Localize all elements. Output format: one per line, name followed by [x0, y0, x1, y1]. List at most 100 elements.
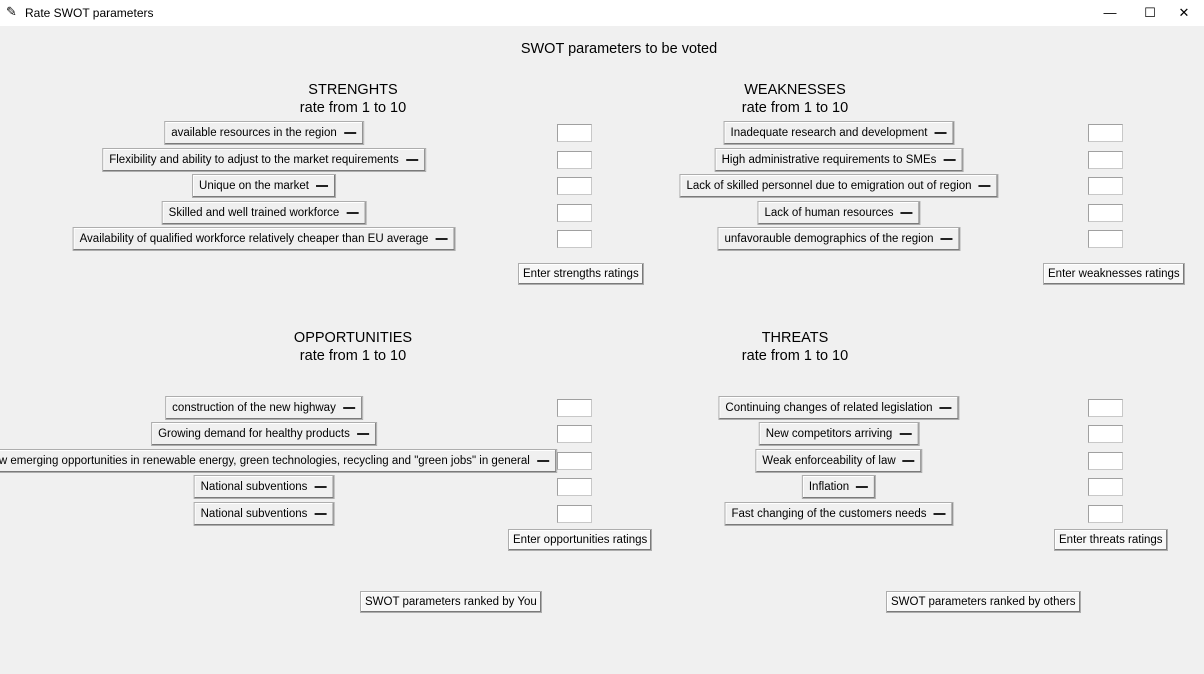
- option-label: Inflation: [808, 481, 850, 493]
- page-title: SWOT parameters to be voted: [520, 41, 718, 57]
- option-label: National subventions: [200, 508, 308, 520]
- option-label: National subventions: [200, 481, 308, 493]
- option-label: available resources in the region: [171, 127, 337, 139]
- dropdown-indicator-icon: [435, 238, 448, 240]
- dropdown-indicator-icon: [343, 132, 356, 134]
- opportunities-subtitle: rate from 1 to 10: [299, 348, 407, 364]
- threat-rating-input[interactable]: [1088, 478, 1123, 496]
- dropdown-indicator-icon: [314, 513, 327, 515]
- opportunity-option-menu[interactable]: construction of the new highway: [165, 396, 363, 420]
- feather-icon: ✎: [6, 4, 17, 19]
- threat-rating-input[interactable]: [1088, 399, 1123, 417]
- weakness-rating-input[interactable]: [1088, 204, 1123, 222]
- title-bar: ✎ Rate SWOT parameters — ☐ ✕: [0, 0, 1204, 26]
- opportunity-option-menu[interactable]: Growing demand for healthy products: [151, 422, 377, 446]
- strength-rating-input[interactable]: [557, 177, 592, 195]
- dropdown-indicator-icon: [536, 460, 549, 462]
- strength-option-menu[interactable]: Availability of qualified workforce rela…: [72, 227, 456, 251]
- ranked-by-you-button[interactable]: SWOT parameters ranked by You: [360, 591, 542, 613]
- strength-rating-input[interactable]: [557, 230, 592, 248]
- dropdown-indicator-icon: [314, 486, 327, 488]
- opportunity-rating-input[interactable]: [557, 399, 592, 417]
- option-label: Growing demand for healthy products: [158, 428, 350, 440]
- option-label: Fast changing of the customers needs: [731, 508, 927, 520]
- opportunity-option-menu[interactable]: National subventions: [193, 475, 335, 499]
- threat-option-menu[interactable]: Continuing changes of related legislatio…: [718, 396, 960, 420]
- threat-rating-input[interactable]: [1088, 425, 1123, 443]
- close-button[interactable]: ✕: [1164, 0, 1204, 26]
- opportunity-rating-input[interactable]: [557, 452, 592, 470]
- threats-header: THREATS rate from 1 to 10: [742, 329, 848, 365]
- threat-option-menu[interactable]: New competitors arriving: [758, 422, 920, 446]
- weakness-option-menu[interactable]: Lack of human resources: [757, 201, 921, 225]
- enter-threats-button[interactable]: Enter threats ratings: [1054, 529, 1168, 551]
- option-label: Flexibility and ability to adjust to the…: [109, 154, 399, 166]
- weakness-option-menu[interactable]: unfavorauble demographics of the region: [717, 227, 961, 251]
- dropdown-indicator-icon: [405, 159, 418, 161]
- opportunity-rating-input[interactable]: [557, 505, 592, 523]
- strength-option-menu[interactable]: available resources in the region: [164, 121, 364, 145]
- weaknesses-header: WEAKNESSES rate from 1 to 10: [742, 81, 848, 117]
- enter-strengths-button[interactable]: Enter strengths ratings: [518, 263, 644, 285]
- threat-rating-input[interactable]: [1088, 505, 1123, 523]
- dropdown-indicator-icon: [356, 433, 369, 435]
- option-label: New emerging opportunities in renewable …: [0, 455, 530, 467]
- option-label: New competitors arriving: [765, 428, 893, 440]
- weakness-option-menu[interactable]: Inadequate research and development: [723, 121, 955, 145]
- strengths-header: STRENGHTS rate from 1 to 10: [300, 81, 406, 117]
- minimize-button[interactable]: —: [1090, 0, 1130, 26]
- dropdown-indicator-icon: [933, 513, 946, 515]
- weaknesses-subtitle: rate from 1 to 10: [741, 100, 849, 116]
- option-label: Weak enforceability of law: [762, 455, 896, 467]
- dropdown-indicator-icon: [934, 132, 947, 134]
- dropdown-indicator-icon: [342, 407, 355, 409]
- opportunities-header: OPPORTUNITIES rate from 1 to 10: [294, 329, 412, 365]
- threats-subtitle: rate from 1 to 10: [741, 348, 849, 364]
- threat-option-menu[interactable]: Inflation: [801, 475, 877, 499]
- dropdown-indicator-icon: [939, 407, 952, 409]
- dropdown-indicator-icon: [899, 433, 912, 435]
- strengths-title: STRENGHTS: [308, 82, 398, 98]
- opportunity-rating-input[interactable]: [557, 478, 592, 496]
- strength-rating-input[interactable]: [557, 204, 592, 222]
- weakness-rating-input[interactable]: [1088, 230, 1123, 248]
- weakness-rating-input[interactable]: [1088, 151, 1123, 169]
- strength-option-menu[interactable]: Unique on the market: [192, 174, 336, 198]
- option-label: Lack of human resources: [764, 207, 894, 219]
- strength-option-menu[interactable]: Skilled and well trained workforce: [161, 201, 367, 225]
- weakness-option-menu[interactable]: High administrative requirements to SMEs: [714, 148, 964, 172]
- weakness-rating-input[interactable]: [1088, 177, 1123, 195]
- enter-opportunities-button[interactable]: Enter opportunities ratings: [508, 529, 653, 551]
- opportunity-option-menu[interactable]: National subventions: [193, 502, 335, 526]
- opportunity-rating-input[interactable]: [557, 425, 592, 443]
- dropdown-indicator-icon: [978, 185, 991, 187]
- threat-option-menu[interactable]: Fast changing of the customers needs: [724, 502, 954, 526]
- threat-rating-input[interactable]: [1088, 452, 1123, 470]
- opportunities-title: OPPORTUNITIES: [293, 330, 413, 346]
- dropdown-indicator-icon: [940, 238, 953, 240]
- option-label: Availability of qualified workforce rela…: [79, 233, 429, 245]
- dropdown-indicator-icon: [943, 159, 956, 161]
- option-label: Unique on the market: [199, 180, 309, 192]
- dropdown-indicator-icon: [346, 212, 359, 214]
- option-label: Skilled and well trained workforce: [168, 207, 340, 219]
- option-label: Lack of skilled personnel due to emigrat…: [686, 180, 972, 192]
- option-label: Continuing changes of related legislatio…: [725, 402, 933, 414]
- enter-weaknesses-button[interactable]: Enter weaknesses ratings: [1043, 263, 1185, 285]
- weakness-option-menu[interactable]: Lack of skilled personnel due to emigrat…: [679, 174, 999, 198]
- weakness-rating-input[interactable]: [1088, 124, 1123, 142]
- threats-title: THREATS: [761, 330, 829, 346]
- strength-option-menu[interactable]: Flexibility and ability to adjust to the…: [102, 148, 426, 172]
- option-label: High administrative requirements to SMEs: [721, 154, 937, 166]
- threat-option-menu[interactable]: Weak enforceability of law: [755, 449, 923, 473]
- option-label: Inadequate research and development: [730, 127, 928, 139]
- option-label: unfavorauble demographics of the region: [724, 233, 934, 245]
- opportunity-option-menu[interactable]: New emerging opportunities in renewable …: [0, 449, 557, 473]
- window-title: Rate SWOT parameters: [25, 6, 154, 20]
- strength-rating-input[interactable]: [557, 151, 592, 169]
- dropdown-indicator-icon: [902, 460, 915, 462]
- strength-rating-input[interactable]: [557, 124, 592, 142]
- dropdown-indicator-icon: [900, 212, 913, 214]
- dropdown-indicator-icon: [315, 185, 328, 187]
- ranked-by-others-button[interactable]: SWOT parameters ranked by others: [886, 591, 1081, 613]
